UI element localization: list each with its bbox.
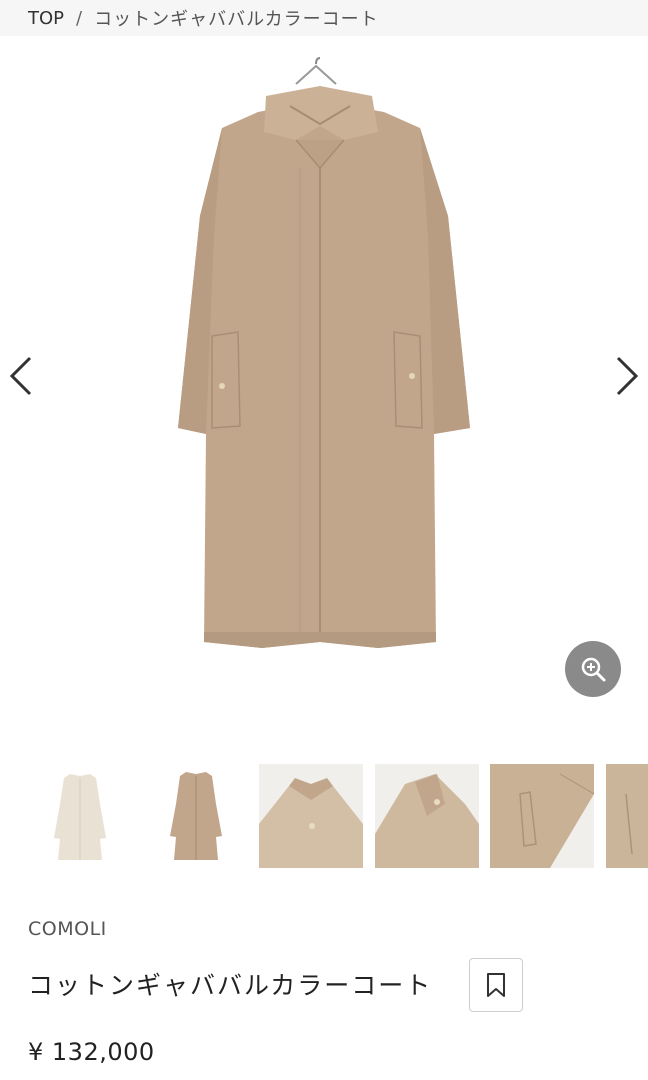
chevron-right-icon [616, 356, 639, 396]
brand-name[interactable]: COMOLI [28, 918, 107, 940]
product-price: ¥ 132,000 [28, 1038, 155, 1066]
breadcrumb-home-link[interactable]: TOP [28, 8, 64, 29]
breadcrumb: TOP / コットンギャババルカラーコート [0, 0, 648, 36]
main-product-image[interactable] [0, 36, 648, 736]
breadcrumb-separator: / [76, 7, 83, 29]
chevron-left-icon [9, 356, 32, 396]
bookmark-icon [487, 973, 505, 997]
product-title: コットンギャババルカラーコート [28, 971, 433, 1000]
thumbnail-coat-beige[interactable] [144, 764, 248, 868]
prev-image-button[interactable] [8, 354, 36, 398]
thumbnail-coat-ivory[interactable] [28, 764, 132, 868]
next-image-button[interactable] [612, 354, 640, 398]
thumbnail-collar-up-detail[interactable] [375, 764, 479, 868]
coat-photo [178, 57, 470, 648]
thumbnail-pocket-detail[interactable] [490, 764, 594, 868]
thumbnail-strip [28, 764, 648, 868]
bookmark-button[interactable] [469, 958, 523, 1012]
breadcrumb-current: コットンギャババルカラーコート [94, 9, 379, 30]
zoom-button[interactable] [565, 641, 621, 697]
thumbnail-collar-detail[interactable] [259, 764, 363, 868]
thumbnail-side-detail[interactable] [606, 764, 648, 868]
zoom-in-icon [581, 657, 606, 682]
